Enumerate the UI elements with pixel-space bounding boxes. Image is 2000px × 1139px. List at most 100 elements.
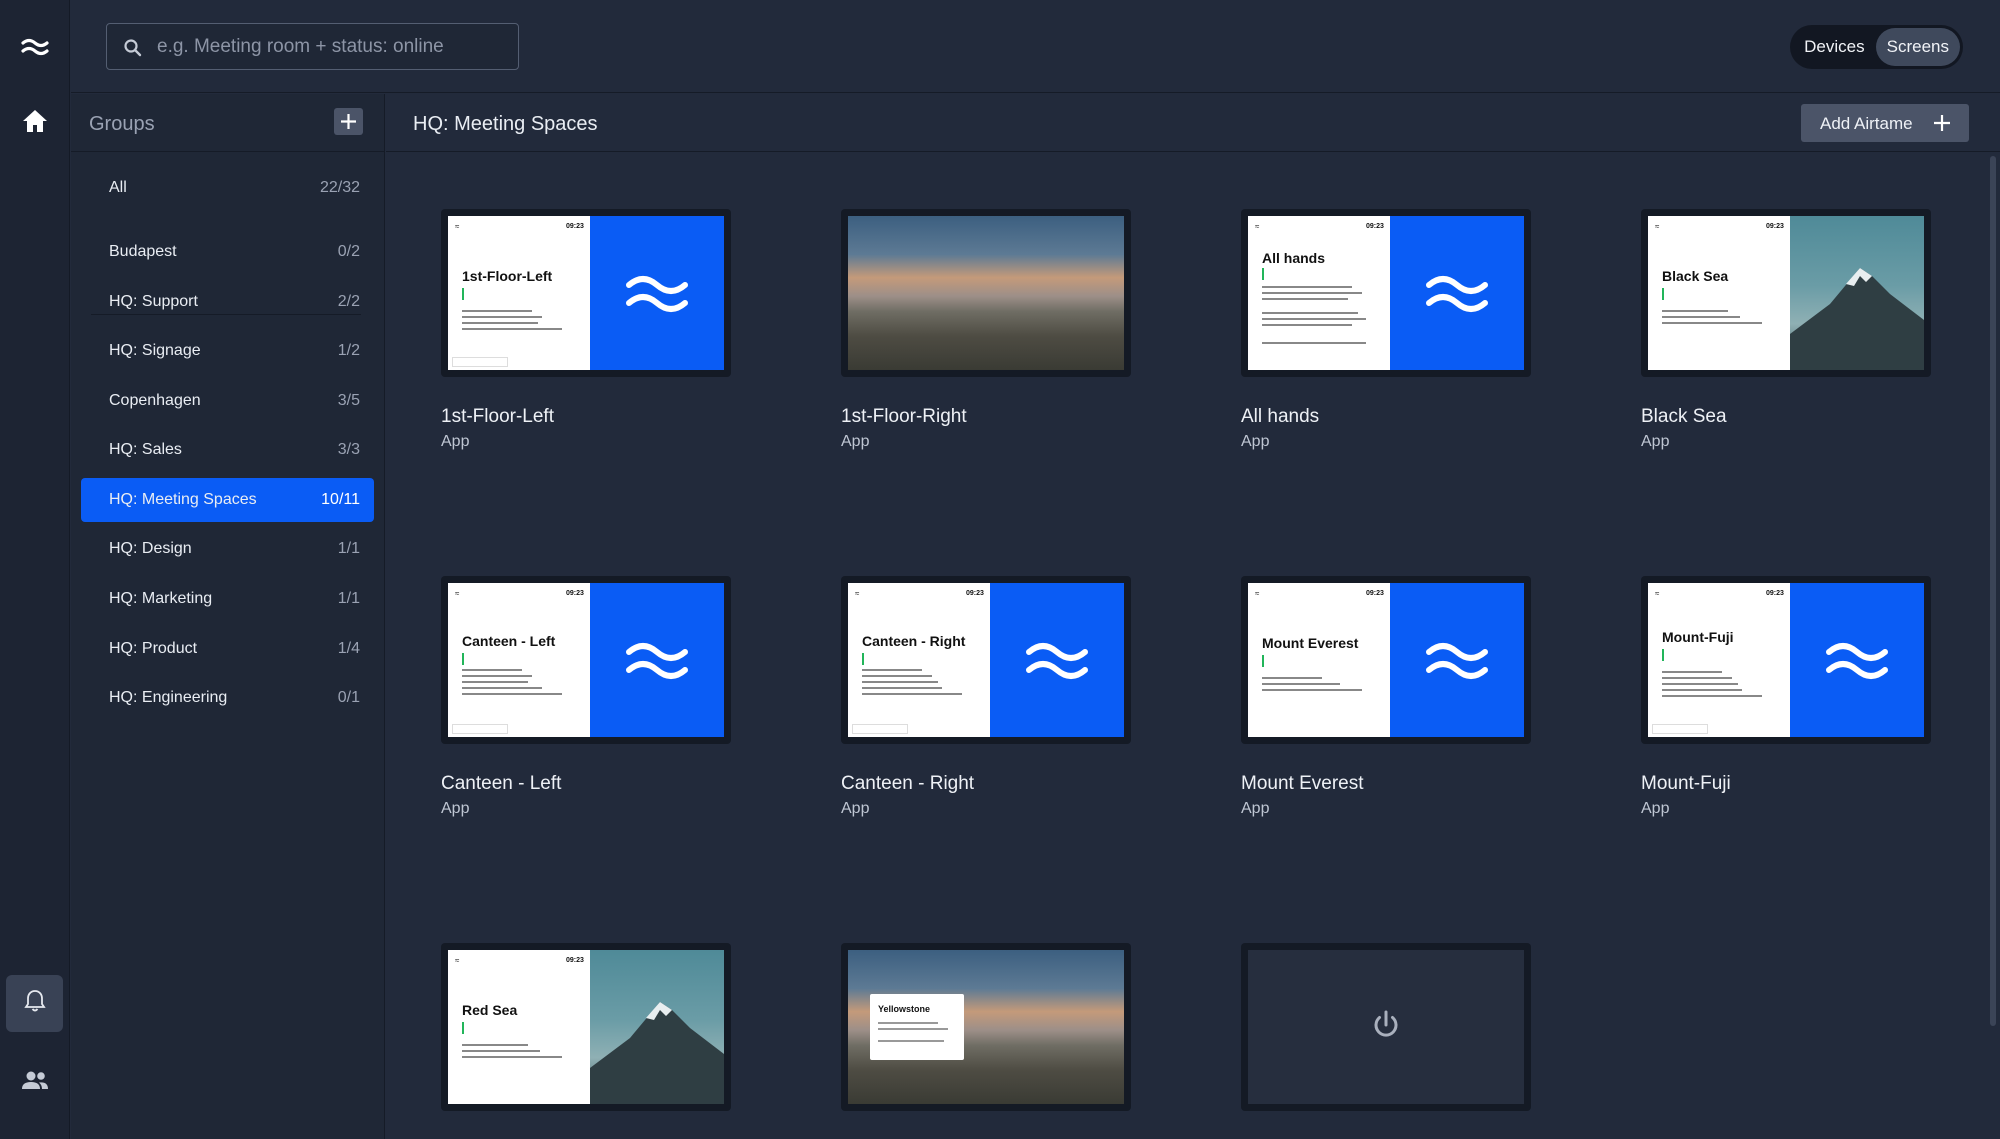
text-line: [1262, 286, 1352, 288]
power-icon: [1369, 1008, 1403, 1047]
group-label: All: [109, 179, 127, 196]
device-tag: [452, 724, 508, 734]
group-item-hq-support[interactable]: HQ: Support 2/2: [81, 280, 374, 324]
users-icon[interactable]: [20, 1065, 50, 1095]
device-type: App: [841, 800, 870, 817]
airtame-logo-icon: ≈: [455, 589, 460, 598]
main-panel: HQ: Meeting Spaces Add Airtame ≈ 09:23 1…: [386, 94, 2000, 1139]
group-count: 2/2: [337, 293, 360, 310]
text-line: [1262, 683, 1340, 685]
text-line: [1262, 324, 1352, 326]
landscape-image: [848, 216, 1124, 370]
airtame-logo-icon: [990, 583, 1124, 737]
screen-preview[interactable]: ≈ 09:23 Mount-Fuji: [1641, 576, 1931, 744]
text-line: [1262, 292, 1362, 294]
device-type: App: [441, 433, 470, 450]
group-item-hq-meeting-spaces[interactable]: HQ: Meeting Spaces 10/11: [81, 478, 374, 522]
airtame-logo-icon: [590, 583, 724, 737]
screen-preview[interactable]: ≈ 09:23 Canteen - Right: [841, 576, 1131, 744]
scrollbar[interactable]: [1990, 156, 1996, 1026]
text-line: [462, 1050, 540, 1052]
text-line: [862, 681, 938, 683]
group-count: 3/5: [337, 392, 360, 409]
devices-toggle[interactable]: Devices: [1793, 28, 1875, 66]
text-line: [1262, 677, 1322, 679]
group-label: HQ: Signage: [109, 342, 201, 359]
group-count: 1/1: [337, 590, 360, 607]
group-item-copenhagen[interactable]: Copenhagen 3/5: [81, 379, 374, 423]
group-label: HQ: Support: [109, 293, 198, 310]
availability-bar: [1662, 288, 1664, 300]
device-name: Mount-Fuji: [1641, 773, 1731, 794]
airtame-logo-icon: ≈: [455, 222, 460, 231]
airtame-logo-icon: [1390, 216, 1524, 370]
group-count: 1/1: [337, 540, 360, 557]
screens-toggle[interactable]: Screens: [1875, 28, 1960, 66]
screen-preview[interactable]: ≈ 09:23 Red Sea: [441, 943, 731, 1111]
availability-bar: [462, 653, 464, 665]
text-line: [878, 1040, 944, 1042]
text-line: [1262, 689, 1362, 691]
screen-title: All hands: [1262, 250, 1326, 266]
screen-title: 1st-Floor-Left: [462, 268, 553, 284]
device-name: 1st-Floor-Left: [441, 406, 554, 427]
screen-clock: 09:23: [966, 590, 984, 597]
group-count: 1/4: [337, 640, 360, 657]
bell-icon: [23, 988, 47, 1019]
group-item-budapest[interactable]: Budapest 0/2: [81, 230, 374, 274]
screen-preview[interactable]: ≈ 09:23 Mount Everest: [1241, 576, 1531, 744]
device-type: App: [841, 433, 870, 450]
add-airtame-label: Add Airtame: [1820, 114, 1913, 133]
screen-preview[interactable]: [1241, 943, 1531, 1111]
group-item-hq-engineering[interactable]: HQ: Engineering 0/1: [81, 676, 374, 720]
group-item-hq-signage[interactable]: HQ: Signage 1/2: [81, 329, 374, 373]
search-box[interactable]: [106, 23, 519, 70]
group-count: 1/2: [337, 342, 360, 359]
group-label: HQ: Engineering: [109, 689, 228, 706]
add-group-button[interactable]: [334, 108, 363, 135]
main-header: HQ: Meeting Spaces Add Airtame: [386, 94, 2000, 152]
groups-sidebar: Groups All 22/32 Budapest 0/2 HQ: Suppor…: [71, 94, 385, 1139]
mountain-image: [590, 950, 724, 1104]
group-item-hq-marketing[interactable]: HQ: Marketing 1/1: [81, 577, 374, 621]
notifications-button[interactable]: [6, 975, 63, 1032]
screen-preview[interactable]: ≈ 09:23 Canteen - Left: [441, 576, 731, 744]
text-line: [862, 693, 962, 695]
screen-title: Canteen - Left: [462, 633, 556, 649]
top-bar: Devices Screens: [71, 0, 2000, 93]
group-item-hq-design[interactable]: HQ: Design 1/1: [81, 527, 374, 571]
airtame-logo-icon[interactable]: [18, 30, 52, 64]
screen-preview[interactable]: ≈ 09:23 Black Sea: [1641, 209, 1931, 377]
text-line: [862, 669, 922, 671]
text-line: [1662, 683, 1738, 685]
device-name: Black Sea: [1641, 406, 1727, 427]
screen-clock: 09:23: [1366, 590, 1384, 597]
search-input[interactable]: [157, 24, 507, 69]
availability-bar: [462, 288, 464, 300]
text-line: [462, 328, 562, 330]
screen-preview[interactable]: ≈ 09:23 1st-Floor-Left: [441, 209, 731, 377]
group-item-hq-product[interactable]: HQ: Product 1/4: [81, 627, 374, 671]
page-title: HQ: Meeting Spaces: [413, 113, 598, 135]
text-line: [1662, 671, 1722, 673]
screen-preview[interactable]: ≈ 09:23 All hands: [1241, 209, 1531, 377]
screen-title: Black Sea: [1662, 268, 1729, 284]
group-item-hq-sales[interactable]: HQ: Sales 3/3: [81, 428, 374, 472]
add-airtame-button[interactable]: Add Airtame: [1801, 104, 1969, 142]
text-line: [878, 1028, 948, 1030]
info-card: Yellowstone: [870, 994, 964, 1060]
nav-rail: [0, 0, 70, 1139]
text-line: [1662, 316, 1740, 318]
view-toggle: Devices Screens: [1790, 25, 1963, 69]
airtame-logo-icon: [1390, 583, 1524, 737]
group-item-all[interactable]: All 22/32: [81, 166, 374, 210]
airtame-logo-icon: [590, 216, 724, 370]
home-icon[interactable]: [20, 106, 50, 136]
groups-header: Groups: [71, 94, 384, 152]
screen-title: Yellowstone: [878, 1004, 931, 1014]
screen-preview[interactable]: [841, 209, 1131, 377]
text-line: [1662, 689, 1742, 691]
airtame-logo-icon: ≈: [1255, 222, 1260, 231]
screen-preview[interactable]: Yellowstone: [841, 943, 1131, 1111]
text-line: [1262, 312, 1358, 314]
